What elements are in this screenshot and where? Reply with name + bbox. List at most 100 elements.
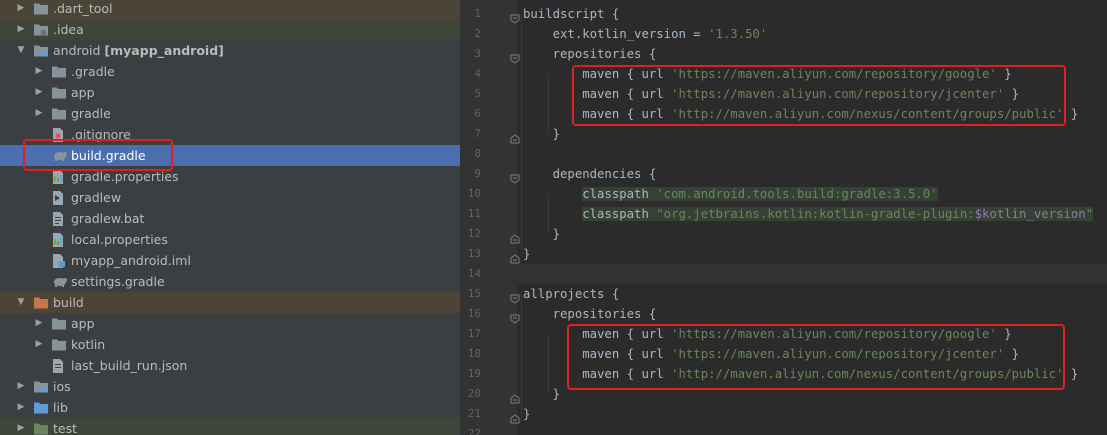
code-text: }	[523, 224, 560, 244]
text-file-icon	[52, 212, 66, 226]
fold-marker-icon[interactable]	[510, 169, 520, 184]
collapse-arrow-icon[interactable]: ▶	[34, 334, 44, 355]
indent-guide	[548, 74, 549, 134]
line-number: 21	[467, 407, 481, 420]
code-text: classpath "org.jetbrains.kotlin:kotlin-g…	[523, 204, 1094, 224]
expand-arrow-icon[interactable]: ▼	[16, 292, 26, 313]
tree-item-name: .idea	[53, 22, 84, 37]
tree-item[interactable]: ▶ ios	[0, 376, 460, 397]
code-line[interactable]: 14	[463, 264, 1107, 284]
code-line[interactable]: 12 }	[463, 224, 1107, 244]
code-line[interactable]: 13}	[463, 244, 1107, 264]
fold-marker-icon[interactable]	[510, 309, 520, 324]
expand-arrow-icon[interactable]: ▼	[16, 40, 26, 61]
tree-item[interactable]: ▼ android [myapp_android]	[0, 40, 460, 61]
code-line[interactable]: 8	[463, 144, 1107, 164]
tree-item-label: android [myapp_android]	[53, 40, 224, 61]
collapse-arrow-icon[interactable]: ▶	[16, 397, 26, 418]
line-number: 16	[467, 307, 481, 320]
tree-item-label: build	[53, 292, 84, 313]
code-line[interactable]: 3 repositories {	[463, 44, 1107, 64]
module-label: [myapp_android]	[104, 43, 224, 58]
collapse-arrow-icon[interactable]: ▶	[16, 376, 26, 397]
ide-window: ▶ .dart_tool ▶ .idea ▼ android [myapp_android…	[0, 0, 1107, 435]
properties-file-icon	[52, 233, 66, 247]
code-text: repositories {	[523, 44, 657, 64]
code-line[interactable]: 1 buildscript {	[463, 4, 1107, 24]
code-string: "org.jetbrains.kotlin:kotlin-gradle-plug…	[656, 207, 975, 221]
tree-item-name: android	[53, 43, 101, 58]
tree-item-label: settings.gradle	[71, 271, 165, 292]
collapse-arrow-icon[interactable]: ▶	[16, 19, 26, 40]
tree-item[interactable]: ▶ kotlin	[0, 334, 460, 355]
code-line[interactable]: 22	[463, 424, 1107, 435]
tree-item[interactable]: ▶ .idea	[0, 19, 460, 40]
tree-item-name: local.properties	[71, 232, 168, 247]
tree-item-label: gradlew	[71, 187, 121, 208]
fold-marker-icon[interactable]	[510, 249, 520, 264]
code-line[interactable]: 2 ext.kotlin_version = '1.3.50'	[463, 24, 1107, 44]
tree-item-label: gradlew.bat	[71, 208, 144, 229]
fold-marker-icon[interactable]	[510, 289, 520, 304]
code-plain	[523, 207, 582, 221]
idea-folder-icon	[34, 23, 48, 36]
collapse-arrow-icon[interactable]: ▶	[34, 61, 44, 82]
tree-item-name: .dart_tool	[53, 1, 113, 16]
collapse-arrow-icon[interactable]: ▶	[16, 418, 26, 435]
collapse-arrow-icon[interactable]: ▶	[34, 82, 44, 103]
collapse-arrow-icon[interactable]: ▶	[34, 103, 44, 124]
tree-item[interactable]: local.properties	[0, 229, 460, 250]
code-line[interactable]: 21}	[463, 404, 1107, 424]
module-folder-icon	[34, 380, 48, 393]
tree-item-label: test	[53, 418, 77, 435]
fold-marker-icon[interactable]	[510, 389, 520, 404]
fold-marker-icon[interactable]	[510, 409, 520, 424]
executable-file-icon	[52, 191, 66, 205]
fold-marker-icon[interactable]	[510, 229, 520, 244]
code-plain: }	[523, 127, 561, 141]
code-plain: ext.kotlin_version =	[523, 27, 709, 41]
fold-marker-icon[interactable]	[510, 9, 520, 24]
line-number: 6	[474, 107, 481, 120]
tree-item[interactable]: ▶ test	[0, 418, 460, 435]
tree-item[interactable]: ▼ build	[0, 292, 460, 313]
tree-item[interactable]: ▶ app	[0, 313, 460, 334]
code-line[interactable]: 16 repositories {	[463, 304, 1107, 324]
tree-item[interactable]: gradlew	[0, 187, 460, 208]
tree-item[interactable]: myapp_android.iml	[0, 250, 460, 271]
code-line[interactable]: 9 dependencies {	[463, 164, 1107, 184]
code-text: allprojects {	[523, 284, 619, 304]
code-keyword: classpath	[582, 187, 657, 201]
tree-item-name: app	[71, 85, 95, 100]
test-folder-icon	[34, 422, 48, 435]
code-editor[interactable]: 1 buildscript {2 ext.kotlin_version = '1.…	[463, 0, 1107, 435]
collapse-arrow-icon[interactable]: ▶	[16, 0, 26, 19]
tree-item[interactable]: ▶ app	[0, 82, 460, 103]
tree-item[interactable]: ▶ lib	[0, 397, 460, 418]
line-number: 13	[467, 247, 481, 260]
code-text: classpath 'com.android.tools.build:gradl…	[523, 184, 938, 204]
code-line[interactable]: 7 }	[463, 124, 1107, 144]
code-line[interactable]: 11 classpath "org.jetbrains.kotlin:kotli…	[463, 204, 1107, 224]
tree-item[interactable]: ▶ gradle	[0, 103, 460, 124]
collapse-arrow-icon[interactable]: ▶	[34, 313, 44, 334]
indent-guide	[521, 294, 522, 422]
code-plain	[523, 187, 582, 201]
fold-marker-icon[interactable]	[510, 129, 520, 144]
folder-icon	[52, 317, 66, 330]
tree-item[interactable]: ▶ .dart_tool	[0, 0, 460, 19]
tree-item-name: kotlin	[71, 337, 106, 352]
code-plain: }	[1063, 367, 1079, 381]
tree-item[interactable]: gradlew.bat	[0, 208, 460, 229]
code-line[interactable]: 10 classpath 'com.android.tools.build:gr…	[463, 184, 1107, 204]
tree-item-label: .gradle	[71, 61, 115, 82]
tree-item-name: ios	[53, 379, 71, 394]
tree-item[interactable]: ▶ .gradle	[0, 61, 460, 82]
code-line[interactable]: 15 allprojects {	[463, 284, 1107, 304]
tree-item-label: .idea	[53, 19, 84, 40]
tree-item-name: test	[53, 421, 78, 435]
tree-item[interactable]: last_build_run.json	[0, 355, 460, 376]
line-number: 10	[467, 187, 481, 200]
fold-marker-icon[interactable]	[510, 49, 520, 64]
tree-item[interactable]: settings.gradle	[0, 271, 460, 292]
